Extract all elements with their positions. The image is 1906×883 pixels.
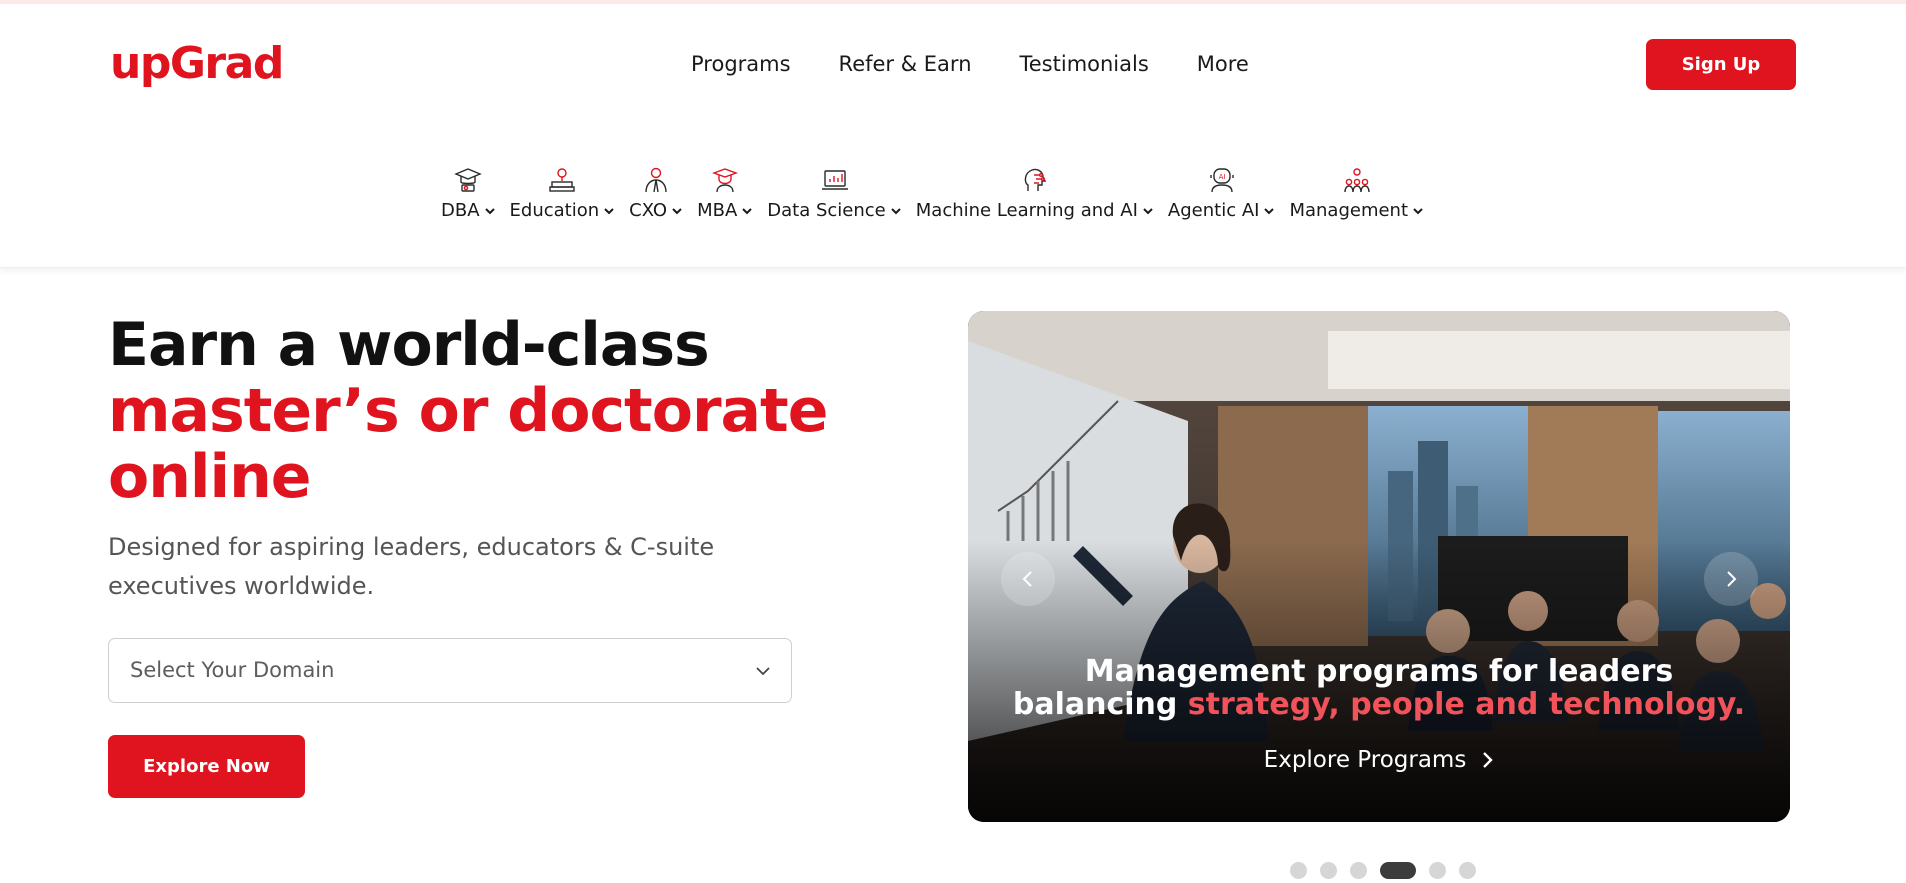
- chevron-down-icon: [1413, 207, 1423, 214]
- circuit-head-icon: [1018, 164, 1052, 196]
- nav-programs[interactable]: Programs: [691, 52, 791, 76]
- carousel-dots: [1290, 862, 1476, 879]
- chevron-right-icon: [1727, 571, 1737, 587]
- category-cxo[interactable]: CXO: [629, 164, 683, 221]
- carousel-dot-2[interactable]: [1320, 862, 1337, 879]
- chevron-down-icon: [891, 207, 901, 214]
- executive-icon: [639, 164, 673, 196]
- svg-text:AI: AI: [1218, 173, 1225, 181]
- carousel-dot-5[interactable]: [1429, 862, 1446, 879]
- chevron-down-icon: [672, 207, 682, 214]
- category-label: DBA: [441, 200, 480, 221]
- chevron-down-icon: [604, 207, 614, 214]
- laptop-chart-icon: [818, 164, 852, 196]
- banner-caption-highlight: strategy, people and technology.: [1187, 687, 1746, 722]
- category-dba[interactable]: DBA: [441, 164, 496, 221]
- banner-caption-prefix: balancing: [1012, 687, 1188, 722]
- team-icon: [1340, 164, 1374, 196]
- explore-now-button[interactable]: Explore Now: [108, 735, 305, 798]
- carousel-dot-4[interactable]: [1380, 862, 1416, 879]
- nav-refer-earn[interactable]: Refer & Earn: [839, 52, 972, 76]
- graduation-cap-icon: [451, 164, 485, 196]
- explore-programs-link[interactable]: Explore Programs: [968, 747, 1790, 773]
- category-management[interactable]: Management: [1289, 164, 1424, 221]
- robot-icon: AI: [1205, 164, 1239, 196]
- hero-text: Earn a world-class master’s or doctorate…: [108, 312, 828, 606]
- hero-title-line3: online: [108, 442, 311, 512]
- domain-select-placeholder: Select Your Domain: [130, 658, 335, 682]
- chevron-down-icon: [742, 207, 752, 214]
- upgrad-logo[interactable]: upGrad: [110, 38, 284, 89]
- top-nav: Programs Refer & Earn Testimonials More: [691, 52, 1249, 76]
- carousel-next-button[interactable]: [1704, 552, 1758, 606]
- category-data-science[interactable]: Data Science: [767, 164, 901, 221]
- chevron-down-icon: [1143, 207, 1153, 214]
- hero-title-line2: master’s or doctorate: [108, 376, 828, 446]
- nav-more[interactable]: More: [1197, 52, 1249, 76]
- explore-programs-label: Explore Programs: [1263, 747, 1467, 773]
- banner-caption-line2: balancing strategy, people and technolog…: [968, 688, 1790, 721]
- sign-up-button[interactable]: Sign Up: [1646, 39, 1796, 90]
- banner-caption-line1: Management programs for leaders: [1084, 654, 1674, 689]
- carousel-dot-1[interactable]: [1290, 862, 1307, 879]
- category-label: Agentic AI: [1167, 200, 1260, 221]
- domain-select[interactable]: Select Your Domain: [108, 638, 792, 703]
- hero-subtitle: Designed for aspiring leaders, educators…: [108, 533, 715, 600]
- category-label: Machine Learning and AI: [915, 200, 1138, 221]
- category-label: Education: [509, 200, 600, 221]
- carousel-dot-3[interactable]: [1350, 862, 1367, 879]
- chevron-down-icon: [756, 667, 770, 676]
- education-icon: [545, 164, 579, 196]
- carousel-dot-6[interactable]: [1459, 862, 1476, 879]
- category-label: MBA: [697, 200, 738, 221]
- chevron-down-icon: [1264, 207, 1275, 214]
- chevron-left-icon: [1022, 571, 1032, 587]
- category-list: DBA Education CXO MBA Data Science Machi…: [441, 164, 1424, 221]
- category-agentic-ai[interactable]: AI Agentic AI: [1168, 164, 1276, 221]
- carousel-prev-button[interactable]: [1001, 552, 1055, 606]
- category-label: CXO: [629, 200, 668, 221]
- nav-testimonials[interactable]: Testimonials: [1020, 52, 1149, 76]
- chevron-right-icon: [1483, 752, 1494, 768]
- hero-title-line1: Earn a world-class: [108, 310, 710, 380]
- boardroom-photo: [968, 311, 1790, 822]
- hero-banner: Management programs for leaders balancin…: [968, 311, 1790, 822]
- category-mba[interactable]: MBA: [697, 164, 753, 221]
- category-education[interactable]: Education: [510, 164, 616, 221]
- chevron-down-icon: [484, 207, 495, 214]
- header: upGrad Programs Refer & Earn Testimonial…: [0, 4, 1906, 124]
- category-label: Data Science: [767, 200, 886, 221]
- category-bar: DBA Education CXO MBA Data Science Machi…: [0, 124, 1906, 268]
- mba-cap-icon: [708, 164, 742, 196]
- category-label: Management: [1289, 200, 1409, 221]
- category-machine-learning-ai[interactable]: Machine Learning and AI: [916, 164, 1154, 221]
